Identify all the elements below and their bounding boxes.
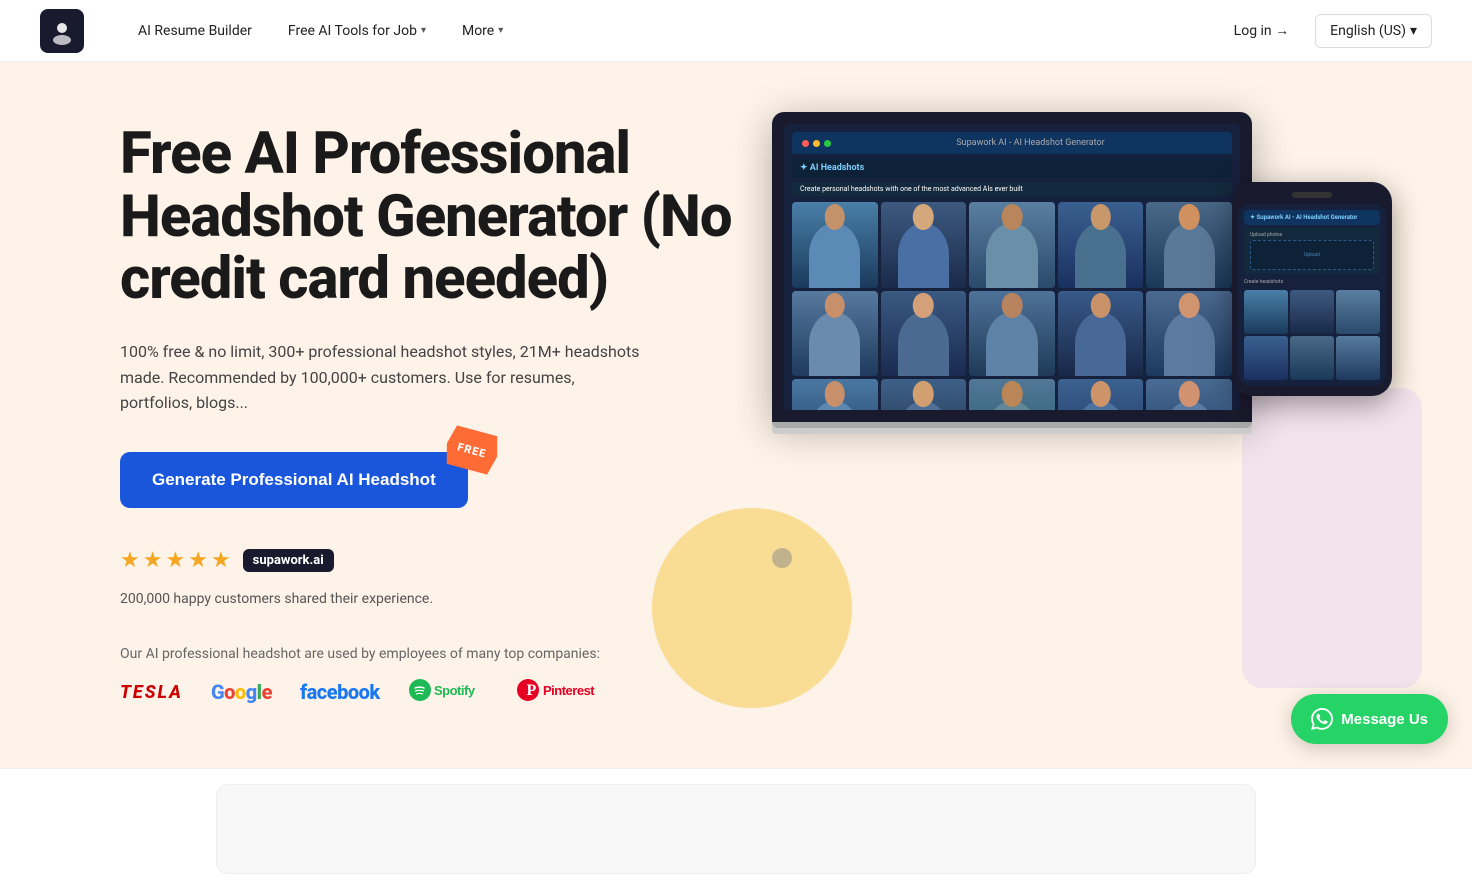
facebook-logo: facebook	[300, 680, 380, 704]
star-5: ★	[211, 548, 231, 573]
phone-headshot-4	[1244, 336, 1288, 380]
nav-more-label: More	[462, 23, 494, 39]
nav-right: Log in → English (US) ▾	[1220, 14, 1432, 48]
minimize-dot	[813, 140, 820, 147]
window-controls	[802, 140, 831, 147]
laptop-base	[772, 422, 1252, 434]
phone-headshot-2	[1290, 290, 1334, 334]
hero-subtitle: 100% free & no limit, 300+ professional …	[120, 339, 640, 416]
review-text: 200,000 happy customers shared their exp…	[120, 589, 780, 610]
svg-text:Pinterest: Pinterest	[543, 683, 595, 698]
nav-ai-resume-builder-label: AI Resume Builder	[138, 23, 252, 39]
phone-notch	[1292, 192, 1332, 198]
navigation: AI Resume Builder Free AI Tools for Job …	[0, 0, 1472, 62]
spotify-logo: Spotify	[408, 678, 488, 707]
close-dot	[802, 140, 809, 147]
language-selector[interactable]: English (US) ▾	[1315, 14, 1432, 48]
phone-headshot-6	[1336, 336, 1380, 380]
svg-text:P: P	[526, 682, 536, 699]
laptop-mockup: Supawork AI - AI Headshot Generator ✦ AI…	[772, 112, 1272, 434]
phone-headshot-1	[1244, 290, 1288, 334]
headshot-9	[1058, 291, 1144, 377]
headshot-13	[969, 379, 1055, 410]
pinterest-logo: P Pinterest	[516, 678, 606, 707]
cta-wrapper: Generate Professional AI Headshot FREE	[120, 452, 468, 508]
star-1: ★	[120, 548, 140, 573]
tesla-logo: TESLA	[120, 682, 183, 703]
generate-headshot-button[interactable]: Generate Professional AI Headshot	[120, 452, 468, 508]
login-label: Log in →	[1234, 22, 1289, 39]
nav-free-ai-tools-label: Free AI Tools for Job	[288, 23, 417, 39]
star-2: ★	[143, 548, 163, 573]
headshot-11	[792, 379, 878, 410]
nav-links: AI Resume Builder Free AI Tools for Job …	[124, 15, 1220, 47]
phone-mockup: ✦ Supawork AI - AI Headshot Generator Up…	[1232, 182, 1412, 396]
phone-headshot-3	[1336, 290, 1380, 334]
maximize-dot	[824, 140, 831, 147]
phone-screen: ✦ Supawork AI - AI Headshot Generator Up…	[1238, 204, 1386, 386]
headshot-12	[881, 379, 967, 410]
phone-upload-label: Upload photos	[1250, 232, 1374, 238]
star-3: ★	[165, 548, 185, 573]
headshot-8	[969, 291, 1055, 377]
headshot-grid	[792, 202, 1232, 410]
whatsapp-icon	[1311, 708, 1333, 730]
message-us-label: Message Us	[1341, 711, 1428, 728]
phone-headshot-5	[1290, 336, 1334, 380]
company-logos: TESLA Google facebook Spotify	[120, 678, 780, 707]
laptop-header: Supawork AI - AI Headshot Generator	[792, 132, 1232, 154]
hero-section: Free AI Professional Headshot Generator …	[0, 62, 1472, 768]
language-label: English (US)	[1330, 23, 1406, 39]
nav-free-ai-tools[interactable]: Free AI Tools for Job ▾	[274, 15, 440, 47]
phone-create-label: Create headshots	[1244, 277, 1380, 287]
nav-ai-resume-builder[interactable]: AI Resume Builder	[124, 15, 266, 47]
hero-title: Free AI Professional Headshot Generator …	[120, 123, 780, 311]
laptop-app-subtitle: Create personal headshots with one of th…	[792, 182, 1232, 196]
headshot-10	[1146, 291, 1232, 377]
laptop-screen: Supawork AI - AI Headshot Generator ✦ AI…	[772, 112, 1252, 422]
message-us-button[interactable]: Message Us	[1291, 694, 1448, 744]
headshot-15	[1146, 379, 1232, 410]
brand-logo-badge: supawork.ai	[243, 549, 334, 572]
phone-upload-section: Upload photos Upload	[1244, 228, 1380, 274]
headshot-14	[1058, 379, 1144, 410]
login-button[interactable]: Log in →	[1220, 14, 1303, 47]
headshot-5	[1146, 202, 1232, 288]
bottom-section	[0, 768, 1472, 888]
headshot-2	[881, 202, 967, 288]
nav-more[interactable]: More ▾	[448, 15, 517, 47]
logo[interactable]	[40, 9, 84, 53]
laptop-screen-inner: Supawork AI - AI Headshot Generator ✦ AI…	[784, 124, 1240, 410]
laptop-app-title: ✦ AI Headshots	[792, 158, 1232, 178]
phone-app-header: ✦ Supawork AI - AI Headshot Generator	[1244, 210, 1380, 225]
headshot-7	[881, 291, 967, 377]
google-logo: Google	[211, 680, 272, 704]
laptop-window-title: Supawork AI - AI Headshot Generator	[839, 138, 1222, 148]
phone-frame: ✦ Supawork AI - AI Headshot Generator Up…	[1232, 182, 1392, 396]
star-rating: ★ ★ ★ ★ ★	[120, 548, 231, 573]
company-section: Our AI professional headshot are used by…	[120, 646, 780, 707]
headshot-4	[1058, 202, 1144, 288]
chevron-down-icon: ▾	[498, 25, 503, 36]
laptop-hinge	[772, 422, 1252, 428]
bottom-card	[216, 784, 1256, 874]
hero-content: Free AI Professional Headshot Generator …	[120, 123, 780, 707]
logo-icon	[40, 9, 84, 53]
headshot-6	[792, 291, 878, 377]
svg-text:Spotify: Spotify	[434, 683, 476, 698]
chevron-down-icon: ▾	[421, 25, 426, 36]
review-section: ★ ★ ★ ★ ★ supawork.ai	[120, 548, 780, 573]
phone-headshot-grid	[1244, 290, 1380, 380]
headshot-3	[969, 202, 1055, 288]
headshot-1	[792, 202, 878, 288]
chevron-down-icon: ▾	[1410, 23, 1417, 39]
star-4: ★	[188, 548, 208, 573]
hero-image-area: Supawork AI - AI Headshot Generator ✦ AI…	[772, 62, 1472, 768]
phone-upload-box[interactable]: Upload	[1250, 240, 1374, 270]
company-label: Our AI professional headshot are used by…	[120, 646, 780, 662]
